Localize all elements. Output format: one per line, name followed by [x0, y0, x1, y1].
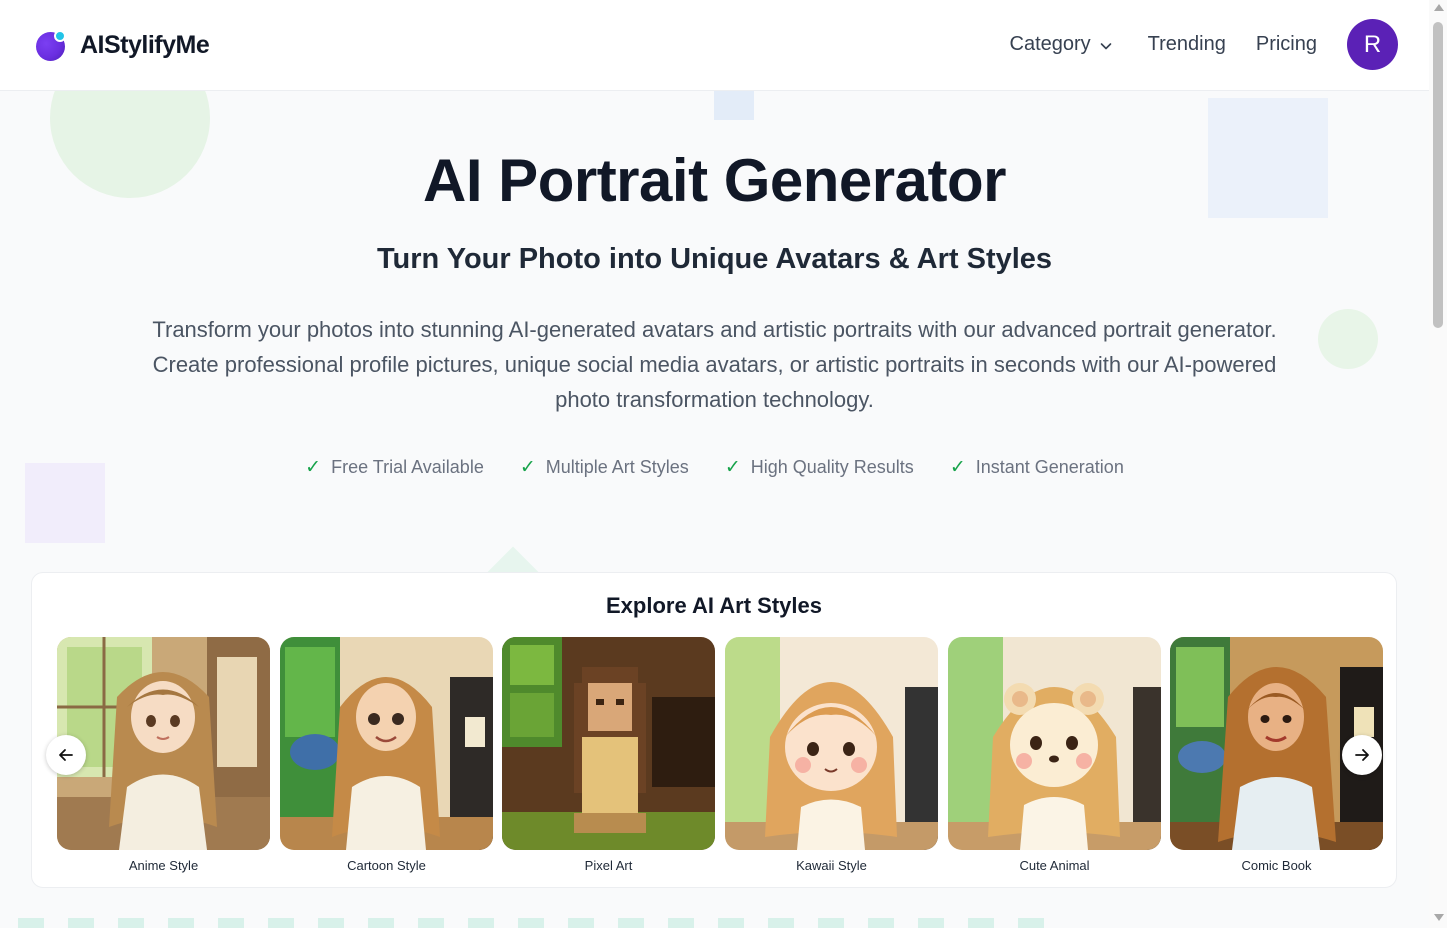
art-styles-carousel: Explore AI Art Styles Anime Style Cartoo…	[31, 572, 1397, 888]
style-thumbnail-image	[280, 637, 493, 850]
style-thumbnail-image	[502, 637, 715, 850]
check-icon: ✓	[305, 456, 322, 478]
check-icon: ✓	[519, 456, 536, 478]
style-thumbnail-image	[57, 637, 270, 850]
style-card-anime[interactable]: Anime Style	[57, 637, 270, 873]
feature-item: ✓ Free Trial Available	[305, 456, 484, 478]
user-avatar[interactable]: R	[1347, 19, 1398, 70]
style-label: Pixel Art	[584, 858, 633, 873]
style-card-cartoon[interactable]: Cartoon Style	[280, 637, 493, 873]
nav-category-dropdown[interactable]: Category	[1010, 33, 1114, 56]
carousel-next-button[interactable]	[1342, 735, 1382, 775]
nav-pricing-link[interactable]: Pricing	[1256, 33, 1317, 56]
carousel-prev-button[interactable]	[46, 735, 86, 775]
nav-category-label: Category	[1009, 33, 1091, 55]
page-scrollbar[interactable]	[1429, 0, 1447, 928]
decorative-circle	[1318, 309, 1378, 369]
style-card-pixel-art[interactable]: Pixel Art	[502, 637, 715, 873]
feature-label: High Quality Results	[750, 456, 914, 477]
scroll-down-arrow-icon[interactable]	[1434, 914, 1444, 921]
style-label: Comic Book	[1241, 858, 1312, 873]
main-nav: Category Trending Pricing R	[1010, 19, 1398, 70]
decorative-square	[714, 90, 754, 120]
feature-label: Multiple Art Styles	[545, 456, 689, 477]
check-icon: ✓	[949, 456, 966, 478]
style-label: Cartoon Style	[347, 858, 426, 873]
style-thumbnail-image	[725, 637, 938, 850]
style-label: Cute Animal	[1019, 858, 1090, 873]
site-header: AIStylifyMe Category Trending Pricing R	[0, 0, 1429, 91]
section-title: Explore AI Art Styles	[606, 593, 822, 618]
page-title: AI Portrait Generator	[423, 147, 1006, 214]
feature-label: Instant Generation	[975, 456, 1124, 477]
decorative-stripe-bottom	[18, 918, 1068, 928]
hero-subtitle: Turn Your Photo into Unique Avatars & Ar…	[376, 243, 1053, 275]
style-card-cute-animal[interactable]: Cute Animal	[948, 637, 1161, 873]
scrollbar-thumb[interactable]	[1433, 22, 1443, 328]
check-icon: ✓	[724, 456, 741, 478]
arrow-right-icon	[1355, 749, 1369, 761]
feature-list: ✓ Free Trial Available ✓ Multiple Art St…	[0, 456, 1429, 478]
feature-label: Free Trial Available	[331, 456, 484, 477]
feature-item: ✓ Multiple Art Styles	[520, 456, 689, 478]
style-card-kawaii[interactable]: Kawaii Style	[725, 637, 938, 873]
nav-trending-link[interactable]: Trending	[1148, 33, 1226, 56]
brand-name: AIStylifyMe	[80, 31, 210, 59]
style-label: Anime Style	[128, 858, 199, 873]
hero-description: Transform your photos into stunning AI-g…	[152, 317, 1277, 412]
brand-logo-link[interactable]: AIStylifyMe	[36, 30, 210, 61]
style-label: Kawaii Style	[796, 858, 867, 873]
scroll-up-arrow-icon[interactable]	[1434, 4, 1444, 11]
feature-item: ✓ Instant Generation	[950, 456, 1124, 478]
arrow-left-icon	[59, 749, 73, 761]
chevron-down-icon	[1100, 42, 1111, 49]
style-thumbnail-image	[948, 637, 1161, 850]
feature-item: ✓ High Quality Results	[725, 456, 914, 478]
brand-logo-icon	[36, 30, 67, 61]
